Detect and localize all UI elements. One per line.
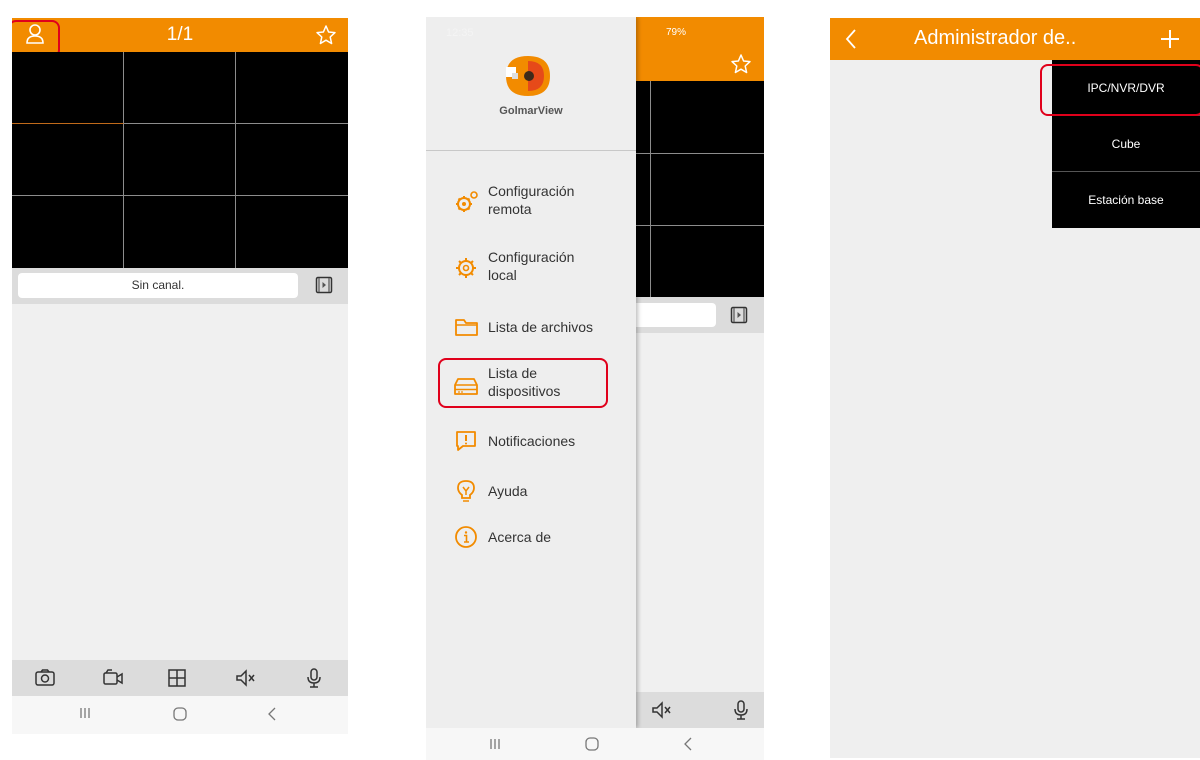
video-cell[interactable]	[124, 52, 236, 124]
grid-icon[interactable]	[167, 668, 187, 688]
screen-live-view: 1/1 Sin canal.	[12, 18, 348, 734]
menu-label-line2: remota	[488, 201, 532, 217]
video-cell[interactable]	[236, 196, 348, 268]
background-video-grid	[636, 81, 764, 297]
playback-icon[interactable]	[315, 276, 333, 294]
battery-text: 79%	[666, 27, 687, 38]
ipc-nvr-dvr-highlight	[1040, 64, 1200, 116]
android-nav-bar	[12, 696, 348, 734]
menu-label-line1: Configuración	[488, 249, 575, 265]
camera-icon[interactable]	[34, 668, 56, 688]
video-cell[interactable]	[124, 124, 236, 196]
menu-label-line1: Acerca de	[488, 529, 552, 545]
back-icon[interactable]	[682, 736, 694, 752]
page-title: Administrador de..	[914, 27, 1077, 49]
video-cell[interactable]	[12, 124, 124, 196]
recents-icon[interactable]	[488, 737, 502, 751]
screen-device-manager: Administrador de.. IPC/NVR/DVR Cube Esta…	[830, 18, 1200, 758]
menu-label-line1: Ayuda	[488, 483, 528, 499]
status-bar-icons: 79%	[666, 27, 686, 38]
background-channel-bar	[636, 297, 764, 333]
video-record-icon[interactable]	[102, 668, 124, 688]
menu-item-help[interactable]: Ayuda	[454, 479, 634, 505]
notification-icon	[454, 429, 478, 453]
device-list-highlight	[438, 358, 608, 408]
menu-label-line1: Configuración	[488, 183, 575, 199]
menu-item-notifications[interactable]: Notificaciones	[454, 429, 634, 455]
video-cell[interactable]	[236, 52, 348, 124]
video-cell[interactable]	[124, 196, 236, 268]
remote-gear-icon	[454, 189, 480, 215]
microphone-icon[interactable]	[732, 699, 750, 721]
help-bulb-icon	[454, 479, 478, 503]
grid-line	[636, 153, 764, 154]
header-bar: Administrador de..	[830, 18, 1200, 60]
side-drawer: 12:35 GolmarView Configuración remota Co…	[426, 17, 636, 728]
star-icon[interactable]	[730, 53, 752, 75]
channel-field	[636, 303, 716, 327]
playback-icon[interactable]	[730, 306, 748, 324]
dropdown-item-cube[interactable]: Cube	[1052, 116, 1200, 172]
background-toolbar	[636, 692, 764, 728]
mute-icon[interactable]	[650, 700, 674, 720]
video-cell[interactable]	[12, 52, 124, 124]
golmarview-logo	[498, 51, 558, 101]
mute-icon[interactable]	[234, 668, 258, 688]
info-icon	[454, 525, 478, 549]
video-grid	[12, 52, 348, 268]
add-icon[interactable]	[1158, 27, 1182, 51]
back-icon[interactable]	[266, 706, 278, 722]
local-gear-icon	[454, 255, 480, 281]
menu-item-about[interactable]: Acerca de	[454, 525, 634, 551]
bottom-toolbar	[12, 660, 348, 696]
video-cell[interactable]	[236, 124, 348, 196]
header-bar: 1/1	[12, 18, 348, 52]
drawer-divider	[426, 150, 636, 151]
grid-line	[636, 225, 764, 226]
menu-item-remote-config[interactable]: Configuración remota	[454, 183, 634, 227]
grid-line	[650, 81, 651, 297]
star-icon[interactable]	[315, 24, 337, 46]
menu-label-line1: Lista de archivos	[488, 319, 594, 335]
background-header: 79%	[636, 17, 764, 81]
android-nav-bar	[426, 728, 764, 760]
microphone-icon[interactable]	[305, 667, 323, 689]
folder-icon	[454, 315, 480, 339]
channel-field[interactable]: Sin canal.	[18, 273, 298, 298]
logo-text: GolmarView	[499, 105, 563, 117]
video-cell[interactable]	[12, 196, 124, 268]
menu-label-line1: Notificaciones	[488, 433, 576, 449]
menu-item-file-list[interactable]: Lista de archivos	[454, 315, 634, 341]
menu-item-local-config[interactable]: Configuración local	[454, 249, 634, 293]
menu-label-line2: local	[488, 267, 517, 283]
channel-bar: Sin canal.	[12, 268, 348, 304]
recents-icon[interactable]	[78, 706, 92, 720]
status-time: 12:35	[446, 27, 474, 39]
home-icon[interactable]	[172, 706, 188, 722]
dropdown-item-base-station[interactable]: Estación base	[1052, 172, 1200, 228]
home-icon[interactable]	[584, 736, 600, 752]
screen-side-menu: 79% 12:35 GolmarView Configuración remot…	[426, 17, 764, 760]
page-counter: 1/1	[166, 24, 194, 45]
back-arrow-icon[interactable]	[844, 28, 858, 50]
